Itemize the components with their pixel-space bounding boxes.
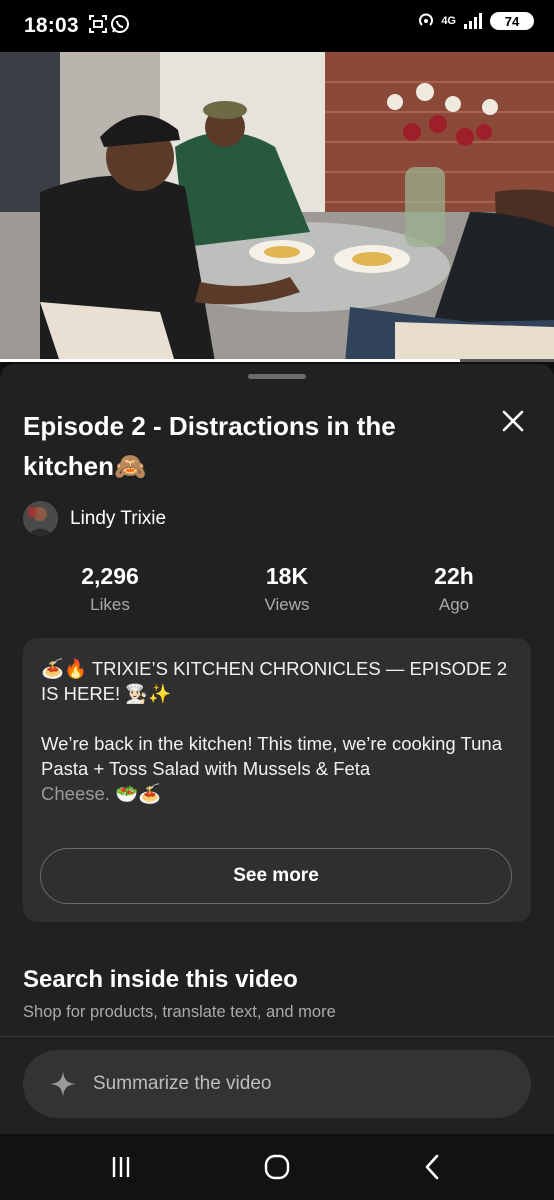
stat-label: Likes (90, 595, 130, 614)
channel-name[interactable]: Lindy Trixie (70, 508, 166, 530)
description-text: 🍝🔥 TRIXIE’S KITCHEN CHRONICLES — EPISODE… (41, 656, 513, 806)
drag-handle[interactable] (248, 374, 306, 379)
description-sheet: Episode 2 - Distractions in the kitchen🙈… (0, 364, 554, 1134)
search-section-title: Search inside this video (23, 966, 298, 993)
channel-row[interactable]: Lindy Trixie (23, 501, 166, 536)
summarize-button[interactable]: Summarize the video (23, 1050, 531, 1118)
sparkle-icon (50, 1071, 76, 1097)
summarize-label: Summarize the video (93, 1073, 272, 1094)
status-right: 4G 74 (417, 12, 534, 30)
video-title: Episode 2 - Distractions in the kitchen🙈 (23, 411, 396, 481)
status-bar: 18:03 4G 74 (0, 0, 554, 52)
see-more-button[interactable]: See more (40, 848, 512, 904)
hotspot-icon (419, 13, 434, 26)
stat-label: Ago (438, 595, 470, 614)
status-time: 18:03 (24, 14, 79, 37)
signal-icon (464, 13, 482, 29)
video-progress-fill (0, 359, 460, 362)
video-player[interactable] (0, 52, 554, 362)
divider (0, 1036, 554, 1037)
stat-value: 2,296 (81, 563, 139, 589)
search-section-subtitle: Shop for products, translate text, and m… (23, 1003, 336, 1021)
stat-label: Views (264, 595, 310, 614)
description-line: We’re back in the kitchen! This time, we… (41, 733, 503, 779)
recent-apps-icon[interactable] (106, 1152, 136, 1182)
screenshot-icon (89, 15, 107, 33)
video-frame (0, 52, 554, 362)
stat-views: 18K Views (197, 561, 377, 617)
battery-icon: 74 (490, 12, 534, 30)
video-progress-bar[interactable] (0, 359, 554, 362)
navigation-bar (0, 1134, 554, 1200)
description-card[interactable]: 🍝🔥 TRIXIE’S KITCHEN CHRONICLES — EPISODE… (23, 638, 531, 922)
avatar[interactable] (23, 501, 58, 536)
description-line-faded: Cheese. 🥗🍝 (41, 783, 162, 804)
back-icon[interactable] (418, 1152, 448, 1182)
stat-ago: 22h Ago (364, 561, 544, 617)
network-type: 4G (441, 14, 456, 27)
whatsapp-icon (111, 15, 129, 33)
stat-value: 22h (434, 563, 474, 589)
close-icon[interactable] (498, 406, 528, 436)
home-icon[interactable] (262, 1152, 292, 1182)
description-line: 🍝🔥 TRIXIE’S KITCHEN CHRONICLES — EPISODE… (41, 658, 508, 704)
stat-value: 18K (265, 563, 309, 589)
stat-likes: 2,296 Likes (20, 561, 200, 617)
